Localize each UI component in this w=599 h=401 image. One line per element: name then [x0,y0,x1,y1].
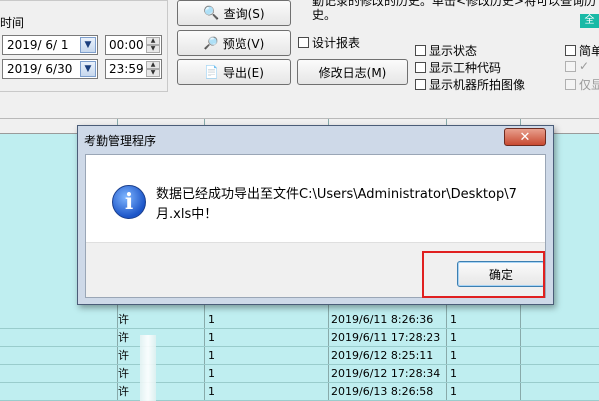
spin-down-icon[interactable]: ▼ [146,45,160,53]
table-row[interactable]: 许 1 2019/6/11 8:26:36 1 [0,311,599,329]
spin-down-icon[interactable]: ▼ [146,69,160,77]
table-row[interactable]: 许 1 2019/6/12 8:25:11 1 [0,347,599,365]
search-icon: 🔍 [203,5,220,21]
cell-name: 许 [118,385,129,398]
design-report-label: 设计报表 [312,36,361,50]
spin-up-icon[interactable]: ▲ [146,37,160,45]
modify-log-button[interactable]: 修改日志(M) [297,59,408,85]
only-show-checkbox: 仅显 [565,76,599,93]
query-button[interactable]: 🔍 查询(S) [177,0,291,26]
cell-name: 许 [118,349,129,362]
preview-button[interactable]: 🔎 预览(V) [177,30,291,56]
cell-n: 1 [208,349,215,362]
cell-n: 1 [208,331,215,344]
cell-n: 1 [208,367,215,380]
description-text: 勤记录的修改的历史。单击<修改历史>将可以查询历史。 [312,0,597,22]
start-date-picker[interactable]: 2019/ 6/ 1 ▼ [2,35,98,55]
cell-name: 许 [118,367,129,380]
chevron-down-icon[interactable]: ▼ [80,37,96,53]
dialog-title: 考勤管理程序 [84,134,157,148]
cell-name: 许 [118,313,129,326]
export-button[interactable]: 📄 导出(E) [177,59,291,85]
period-label: 时间 [0,16,25,30]
cell-n: 1 [208,385,215,398]
close-icon[interactable]: ✕ [504,128,546,146]
disabled-label-1: ✓ [579,59,590,73]
query-label: 查询(S) [223,6,265,21]
cell-time: 2019/6/11 17:28:23 [331,331,441,344]
cell-time: 2019/6/12 17:28:34 [331,367,441,380]
only-show-label: 仅显 [579,78,599,92]
table-row[interactable]: 许 1 2019/6/12 17:28:34 1 [0,365,599,383]
show-worktype-label: 显示工种代码 [429,61,502,75]
chevron-down-icon[interactable]: ▼ [80,61,96,77]
all-option[interactable]: 全 [580,14,599,28]
simple-mode-label: 简单 [579,44,599,58]
show-worktype-checkbox[interactable]: 显示工种代码 [415,59,501,76]
show-status-checkbox[interactable]: 显示状态 [415,42,477,59]
table-row[interactable]: 许 1 2019/6/13 8:26:58 1 [0,383,599,401]
show-status-label: 显示状态 [429,44,478,58]
start-time-spinner[interactable]: 00:00 ▲ ▼ [105,35,162,55]
cell-v: 1 [450,331,457,344]
export-label: 导出(E) [223,65,264,80]
disabled-checkbox-1: ✓ [565,59,589,73]
preview-label: 预览(V) [222,36,265,51]
cell-n: 1 [208,313,215,326]
cell-time: 2019/6/13 8:26:58 [331,385,434,398]
end-time-value: 23:59 [109,62,144,76]
cell-v: 1 [450,313,457,326]
start-time-value: 00:00 [109,38,144,52]
end-date-value: 2019/ 6/30 [7,62,73,76]
cell-time: 2019/6/11 8:26:36 [331,313,434,326]
end-date-picker[interactable]: 2019/ 6/30 ▼ [2,59,98,79]
highlight-box [422,251,545,298]
simple-mode-checkbox[interactable]: 简单 [565,42,599,59]
cell-v: 1 [450,367,457,380]
show-photo-label: 显示机器所拍图像 [429,78,526,92]
export-icon: 📄 [204,65,219,79]
start-date-value: 2019/ 6/ 1 [7,38,69,52]
show-photo-checkbox[interactable]: 显示机器所拍图像 [415,76,525,93]
dialog-message: 数据已经成功导出至文件C:\Users\Administrator\Deskto… [156,187,517,222]
design-report-checkbox[interactable]: 设计报表 [298,34,360,51]
modify-log-label: 修改日志(M) [318,65,387,80]
info-icon: i [112,185,146,219]
redaction-blur [140,335,156,401]
cell-time: 2019/6/12 8:25:11 [331,349,434,362]
cell-v: 1 [450,385,457,398]
cell-v: 1 [450,349,457,362]
table-row[interactable]: 许 1 2019/6/11 17:28:23 1 [0,329,599,347]
spin-up-icon[interactable]: ▲ [146,61,160,69]
end-time-spinner[interactable]: 23:59 ▲ ▼ [105,59,162,79]
preview-icon: 🔎 [203,36,219,50]
cell-name: 许 [118,331,129,344]
toolbar-panel: 时间 2019/ 6/ 1 ▼ 00:00 ▲ ▼ 2019/ 6/30 ▼ 23… [0,0,599,119]
